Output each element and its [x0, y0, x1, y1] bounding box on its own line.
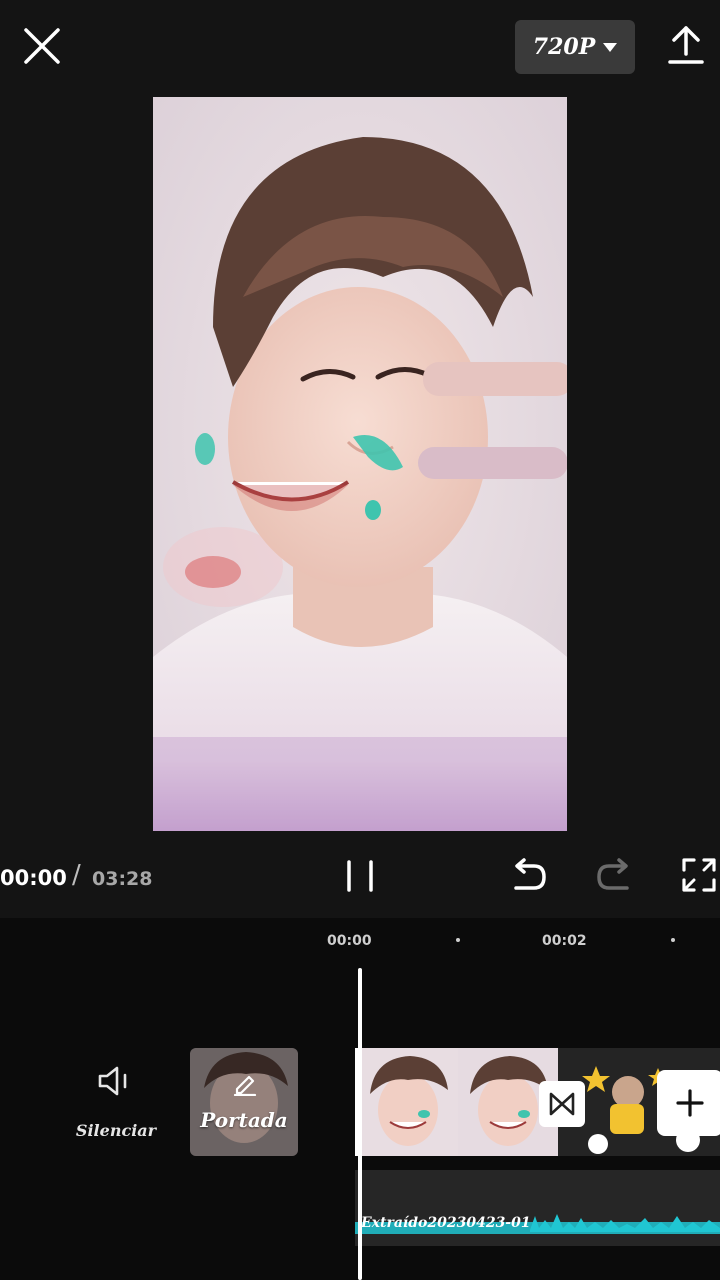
audio-clip-name: Extraído20230423-01 [361, 1215, 531, 1231]
ruler-dot [671, 938, 675, 942]
audio-waveform [355, 1214, 720, 1234]
speaker-icon [98, 1066, 127, 1096]
time-separator: / [72, 860, 81, 890]
preview-area: 720P 00:00 / 03:28 [0, 0, 720, 918]
redo-icon [597, 858, 629, 890]
redo-button[interactable] [593, 856, 635, 896]
resolution-label: 720P [532, 34, 596, 60]
total-time: 03:28 [92, 868, 153, 890]
fullscreen-icon [682, 858, 716, 892]
video-preview[interactable] [153, 97, 567, 831]
caret-down-icon [603, 42, 618, 52]
undo-button[interactable] [508, 856, 550, 896]
video-frame-image [153, 97, 567, 831]
transition-icon [549, 1092, 575, 1116]
current-time: 00:00 [0, 866, 67, 890]
export-button[interactable] [666, 24, 706, 66]
upload-icon [668, 26, 704, 64]
cover-thumbnail [190, 1048, 298, 1156]
pencil-icon [233, 1075, 257, 1096]
add-clip-button[interactable] [657, 1070, 720, 1136]
fullscreen-button[interactable] [680, 856, 718, 894]
ruler-dot [456, 938, 460, 942]
playhead[interactable] [358, 968, 362, 1280]
ruler-mark: 00:02 [542, 933, 587, 949]
ruler-mark: 00:00 [327, 933, 372, 949]
pause-icon [347, 860, 373, 892]
transition-button[interactable] [539, 1081, 585, 1127]
mute-label: Silenciar [75, 1121, 157, 1140]
undo-icon [514, 858, 546, 890]
pause-button[interactable] [340, 856, 380, 896]
audio-track[interactable]: Extraído20230423-01 [355, 1170, 720, 1246]
cover-button[interactable]: Portada [190, 1048, 298, 1156]
close-icon [24, 28, 60, 64]
cover-label: Portada [200, 1108, 288, 1132]
resolution-selector[interactable]: 720P [515, 20, 635, 74]
close-button[interactable] [22, 26, 62, 66]
plus-icon [676, 1089, 704, 1117]
